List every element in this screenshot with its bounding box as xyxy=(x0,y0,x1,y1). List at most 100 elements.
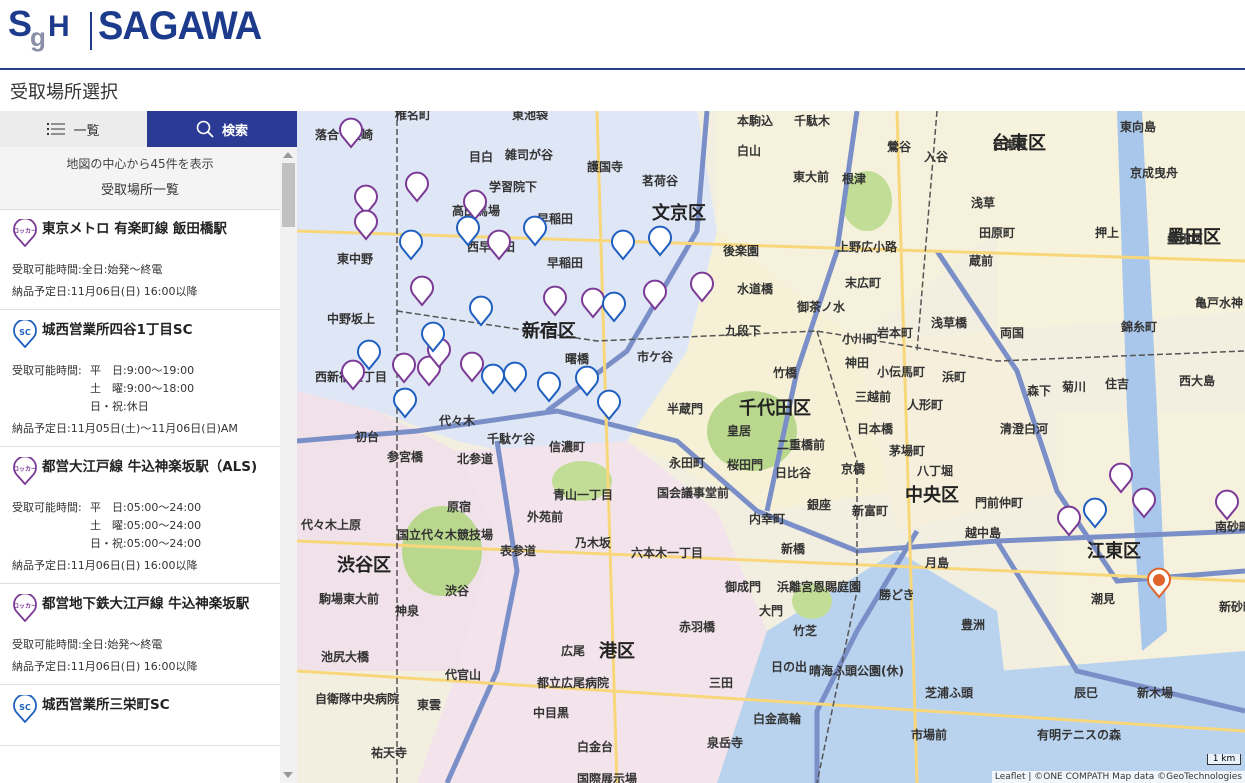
svg-text:国会議事堂前: 国会議事堂前 xyxy=(657,485,729,500)
svg-text:渋谷: 渋谷 xyxy=(445,583,470,598)
sidebar: 一覧 検索 地図の中心から45件を表示 受取場所一覧 ロッカー 東京メトロ 有楽… xyxy=(0,111,297,783)
hours-label: 受取可能時間: xyxy=(12,501,82,514)
hours-value: 05:00～24:00 xyxy=(126,537,202,550)
hours-day: 平 日: xyxy=(90,364,127,377)
svg-text:護国寺: 護国寺 xyxy=(587,159,623,174)
svg-text:神泉: 神泉 xyxy=(395,603,420,618)
svg-text:日本橋: 日本橋 xyxy=(857,421,894,436)
svg-text:中野坂上: 中野坂上 xyxy=(327,311,375,326)
svg-text:国立代々木競技場: 国立代々木競技場 xyxy=(397,527,493,542)
svg-text:白山: 白山 xyxy=(737,143,761,158)
svg-text:茗荷谷: 茗荷谷 xyxy=(642,173,679,188)
list-item[interactable]: ロッカー 都営地下鉄大江戸線 牛込神楽坂駅 受取可能時間:全日:始発～終電 納品… xyxy=(0,584,280,685)
svg-text:早稲田: 早稲田 xyxy=(547,255,583,270)
svg-text:浜離宮恩賜庭園: 浜離宮恩賜庭園 xyxy=(777,579,861,594)
svg-text:八丁堀: 八丁堀 xyxy=(916,463,953,478)
svg-text:亀戸水神: 亀戸水神 xyxy=(1195,295,1243,310)
location-name: 東京メトロ 有楽町線 飯田橋駅 xyxy=(42,221,227,237)
list-item[interactable]: ロッカー 都営大江戸線 牛込神楽坂駅（ALS) 受取可能時間: 平 日:05:0… xyxy=(0,447,280,584)
svg-text:参宮橋: 参宮橋 xyxy=(387,449,424,464)
svg-text:半蔵門: 半蔵門 xyxy=(667,401,703,416)
svg-text:三越前: 三越前 xyxy=(855,389,891,404)
svg-text:都立広尾病院: 都立広尾病院 xyxy=(536,675,609,690)
svg-text:勝どき: 勝どき xyxy=(879,587,915,602)
scroll-thumb[interactable] xyxy=(282,163,295,227)
location-name: 城西営業所四谷1丁目SC xyxy=(42,322,193,338)
hours-value: 05:00～24:00 xyxy=(126,519,202,532)
map-view[interactable]: 文京区 台東区 墨田区 新宿区 千代田区 中央区 江東区 渋谷区 港区 落合長崎… xyxy=(297,111,1245,783)
svg-text:菊川: 菊川 xyxy=(1061,379,1086,394)
svg-text:三田: 三田 xyxy=(709,676,733,690)
svg-text:清澄白河: 清澄白河 xyxy=(1000,421,1048,436)
svg-text:南砂町: 南砂町 xyxy=(1215,519,1245,534)
map-canvas[interactable]: 文京区 台東区 墨田区 新宿区 千代田区 中央区 江東区 渋谷区 港区 落合長崎… xyxy=(297,111,1245,783)
tab-search[interactable]: 検索 xyxy=(147,111,297,147)
svg-text:住吉: 住吉 xyxy=(1105,376,1129,391)
delivery-date: 納品予定日:11月06日(日) 16:00以降 xyxy=(12,559,198,572)
location-name: 都営地下鉄大江戸線 牛込神楽坂駅 xyxy=(42,596,250,612)
list-item[interactable]: SC 城西営業所三栄町SC xyxy=(0,685,280,746)
svg-text:g: g xyxy=(30,22,46,52)
svg-text:永田町: 永田町 xyxy=(668,455,705,470)
list-scrollbar[interactable] xyxy=(280,147,297,783)
svg-text:内幸町: 内幸町 xyxy=(749,511,785,526)
svg-text:東大前: 東大前 xyxy=(793,169,829,184)
svg-text:錦糸町: 錦糸町 xyxy=(1120,319,1157,334)
svg-text:両国: 両国 xyxy=(1000,326,1024,340)
svg-text:台東区: 台東区 xyxy=(992,137,1028,152)
list-item[interactable]: SC 城西営業所四谷1丁目SC 受取可能時間: 平 日:9:00～19:00 土… xyxy=(0,310,280,447)
hours-day: 平 日: xyxy=(90,501,127,514)
svg-text:表参道: 表参道 xyxy=(499,543,536,558)
svg-text:銀座: 銀座 xyxy=(806,497,831,512)
svg-text:新木場: 新木場 xyxy=(1137,685,1173,700)
svg-text:日比谷: 日比谷 xyxy=(775,465,812,480)
hours-day: 日・祝: xyxy=(90,400,127,413)
svg-text:御茶ノ水: 御茶ノ水 xyxy=(796,299,846,314)
svg-text:門前仲町: 門前仲町 xyxy=(975,495,1023,510)
map-attribution: Leaflet | ©ONE COMPATH Map data ©GeoTech… xyxy=(991,771,1245,783)
svg-text:日の出: 日の出 xyxy=(771,659,807,674)
svg-text:越中島: 越中島 xyxy=(964,525,1001,540)
svg-text:六本木一丁目: 六本木一丁目 xyxy=(631,545,703,560)
svg-text:信濃町: 信濃町 xyxy=(549,439,585,454)
ward-label: 中央区 xyxy=(905,484,959,506)
svg-text:神田: 神田 xyxy=(845,355,869,370)
svg-text:二重橋前: 二重橋前 xyxy=(777,437,825,452)
hours-value: 全日:始発～終電 xyxy=(81,638,163,651)
svg-text:東中野: 東中野 xyxy=(337,251,373,266)
svg-text:潮見: 潮見 xyxy=(1091,591,1115,606)
list-item[interactable]: ロッカー 東京メトロ 有楽町線 飯田橋駅 受取可能時間:全日:始発～終電 納品予… xyxy=(0,209,280,310)
svg-text:後楽園: 後楽園 xyxy=(723,243,759,258)
svg-text:新富町: 新富町 xyxy=(852,503,888,518)
hours-day: 土 曜: xyxy=(90,519,127,532)
svg-text:蔵前: 蔵前 xyxy=(969,253,993,268)
svg-text:東雲: 東雲 xyxy=(417,697,441,712)
scroll-up-arrow-icon[interactable] xyxy=(283,152,293,158)
hours-label: 受取可能時間: xyxy=(12,263,82,276)
svg-text:森下: 森下 xyxy=(1027,383,1051,398)
ward-label: 千代田区 xyxy=(739,398,811,419)
scroll-down-arrow-icon[interactable] xyxy=(283,772,293,778)
svg-text:市場前: 市場前 xyxy=(911,727,947,742)
delivery-date: 納品予定日:11月06日(日) 16:00以降 xyxy=(12,285,198,298)
svg-text:竹芝: 竹芝 xyxy=(792,623,817,638)
tab-bar: 一覧 検索 xyxy=(0,111,297,147)
svg-text:H: H xyxy=(48,10,70,43)
svg-text:千駄木: 千駄木 xyxy=(794,113,831,128)
tab-list[interactable]: 一覧 xyxy=(0,111,147,147)
svg-text:大門: 大門 xyxy=(759,603,783,618)
svg-text:御成門: 御成門 xyxy=(724,579,761,594)
svg-text:浅草: 浅草 xyxy=(971,195,995,210)
svg-text:赤羽橋: 赤羽橋 xyxy=(679,619,716,634)
sc-pin-icon: SC xyxy=(12,693,38,729)
tab-search-label: 検索 xyxy=(221,123,248,139)
sagawa-logo-text: SAGAWA xyxy=(98,4,262,48)
svg-text:末広町: 末広町 xyxy=(845,275,881,290)
svg-text:小伝馬町: 小伝馬町 xyxy=(877,364,925,379)
hours-label: 受取可能時間: xyxy=(12,638,82,651)
svg-text:鶯谷: 鶯谷 xyxy=(887,139,912,154)
svg-text:駒場東大前: 駒場東大前 xyxy=(319,591,379,606)
svg-text:目白: 目白 xyxy=(469,149,493,164)
locker-pin-icon: ロッカー xyxy=(12,217,38,253)
svg-text:押上: 押上 xyxy=(1095,225,1119,240)
